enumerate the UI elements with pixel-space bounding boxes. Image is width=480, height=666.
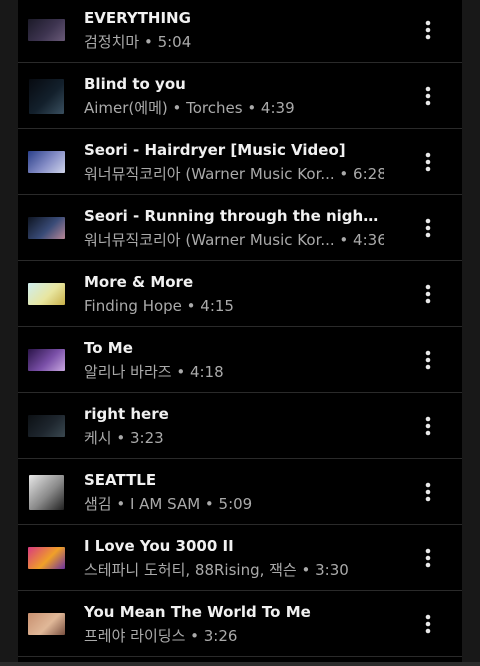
more-vertical-icon [425,20,431,40]
more-options-button[interactable] [418,216,438,240]
video-meta: Finding Hope • 4:15 [84,297,234,315]
more-options-button[interactable] [418,612,438,636]
more-vertical-icon [425,482,431,502]
video-meta: 워너뮤직코리아 (Warner Music Kor... • 4:36 [84,231,384,249]
list-item[interactable]: I Love You 3000 II 스테파니 도허티, 88Rising, 잭슨… [18,525,462,591]
bottom-edge [0,662,480,666]
video-thumbnail[interactable] [28,349,65,371]
list-item[interactable]: Seori - Running through the night [Mus..… [18,195,462,261]
video-title[interactable]: I Love You 3000 II [84,537,384,555]
video-title[interactable]: To Me [84,339,384,357]
video-thumbnail[interactable] [29,78,64,114]
video-title[interactable]: More & More [84,273,384,291]
video-title[interactable]: You Mean The World To Me [84,603,384,621]
more-vertical-icon [425,614,431,634]
video-meta: 케시 • 3:23 [84,429,164,447]
more-options-button[interactable] [418,480,438,504]
list-item[interactable]: Seori - Hairdryer [Music Video] 워너뮤직코리아 (… [18,129,462,195]
list-item[interactable]: SEATTLE 샘김 • I AM SAM • 5:09 [18,459,462,525]
more-vertical-icon [425,548,431,568]
more-options-button[interactable] [418,150,438,174]
list-item[interactable]: To Me 알리나 바라즈 • 4:18 [18,327,462,393]
video-meta: Aimer(에메) • Torches • 4:39 [84,99,295,117]
video-thumbnail[interactable] [29,474,64,510]
app-frame: EVERYTHING 검정치마 • 5:04 Blind to you Aimer(에… [0,0,480,666]
more-options-button[interactable] [418,18,438,42]
more-vertical-icon [425,350,431,370]
video-thumbnail[interactable] [28,547,65,569]
video-title[interactable]: right here [84,405,384,423]
more-vertical-icon [425,284,431,304]
video-meta: 검정치마 • 5:04 [84,33,192,51]
video-thumbnail[interactable] [28,283,65,305]
more-options-button[interactable] [418,348,438,372]
video-thumbnail[interactable] [28,415,65,437]
video-title[interactable]: EVERYTHING [84,9,384,27]
more-vertical-icon [425,218,431,238]
video-thumbnail[interactable] [28,151,65,173]
video-title[interactable]: SEATTLE [84,471,384,489]
more-vertical-icon [425,152,431,172]
more-options-button[interactable] [418,282,438,306]
video-meta: 워너뮤직코리아 (Warner Music Kor... • 6:28 [84,165,384,183]
video-meta: 프레야 라이딩스 • 3:26 [84,627,238,645]
video-meta: 스테파니 도허티, 88Rising, 잭슨 • 3:30 [84,561,349,579]
list-item[interactable]: right here 케시 • 3:23 [18,393,462,459]
video-title[interactable]: Blind to you [84,75,384,93]
video-title[interactable]: Seori - Hairdryer [Music Video] [84,141,384,159]
list-item[interactable]: Blind to you Aimer(에메) • Torches • 4:39 [18,63,462,129]
more-options-button[interactable] [418,414,438,438]
more-options-button[interactable] [418,84,438,108]
list-item[interactable]: More & More Finding Hope • 4:15 [18,261,462,327]
more-vertical-icon [425,86,431,106]
video-thumbnail[interactable] [28,217,65,239]
video-title[interactable]: Seori - Running through the night [Mus..… [84,207,384,225]
list-item[interactable]: EVERYTHING 검정치마 • 5:04 [18,0,462,63]
more-vertical-icon [425,416,431,436]
list-item[interactable]: You Mean The World To Me 프레야 라이딩스 • 3:26 [18,591,462,657]
more-options-button[interactable] [418,546,438,570]
video-meta: 알리나 바라즈 • 4:18 [84,363,224,381]
playlist-list: EVERYTHING 검정치마 • 5:04 Blind to you Aimer(에… [18,0,462,666]
video-meta: 샘김 • I AM SAM • 5:09 [84,495,253,513]
video-thumbnail[interactable] [28,19,65,41]
video-thumbnail[interactable] [28,613,65,635]
